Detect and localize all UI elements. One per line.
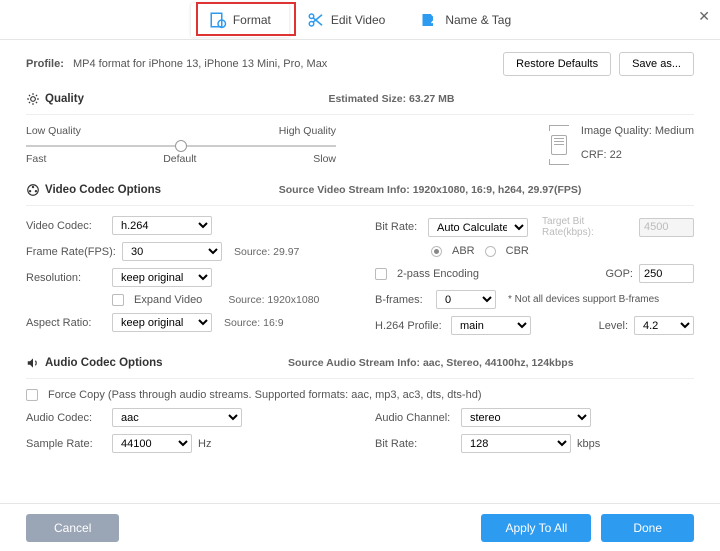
gop-input[interactable] [639, 264, 694, 283]
bitrate-select[interactable]: Auto Calculate [428, 218, 528, 237]
fps-source: Source: 29.97 [234, 246, 299, 258]
sample-rate-label: Sample Rate: [26, 438, 106, 450]
audio-bitrate-select[interactable]: 128 [461, 434, 571, 453]
high-quality-label: High Quality [279, 125, 336, 137]
audio-channel-label: Audio Channel: [375, 412, 455, 424]
resolution-select[interactable]: keep original [112, 268, 212, 287]
level-label: Level: [599, 320, 628, 332]
h264-profile-select[interactable]: main [451, 316, 531, 335]
bitrate-label: Bit Rate: [375, 221, 422, 233]
bracket-icon [549, 125, 569, 131]
bframes-note: * Not all devices support B-frames [508, 294, 659, 305]
bframes-select[interactable]: 0 [436, 290, 496, 309]
target-bitrate-label: Target Bit Rate(kbps): [542, 216, 633, 238]
aspect-source: Source: 16:9 [224, 317, 284, 329]
tab-edit-video[interactable]: Edit Video [289, 3, 404, 37]
video-codec-label: Video Codec: [26, 220, 106, 232]
twopass-label: 2-pass Encoding [397, 268, 479, 280]
audio-bitrate-label: Bit Rate: [375, 438, 455, 450]
sample-rate-unit: Hz [198, 438, 211, 450]
document-icon [551, 135, 567, 155]
twopass-checkbox[interactable] [375, 268, 387, 280]
fps-select[interactable]: 30 [122, 242, 222, 261]
bframes-label: B-frames: [375, 294, 430, 306]
audio-source-info: Source Audio Stream Info: aac, Stereo, 4… [168, 357, 694, 369]
expand-video-label: Expand Video [134, 294, 202, 306]
target-bitrate-input [639, 218, 694, 237]
slider-thumb[interactable] [175, 140, 187, 152]
low-quality-label: Low Quality [26, 125, 81, 137]
cbr-label: CBR [506, 245, 529, 257]
bracket-icon [549, 159, 569, 165]
default-label: Default [163, 153, 196, 165]
close-icon[interactable]: ✕ [698, 8, 710, 25]
profile-value: MP4 format for iPhone 13, iPhone 13 Mini… [73, 58, 327, 70]
quality-slider[interactable] [26, 145, 336, 147]
aspect-label: Aspect Ratio: [26, 317, 106, 329]
profile-label: Profile: [26, 58, 64, 70]
tab-name-tag-label: Name & Tag [445, 13, 511, 27]
image-quality-value: Image Quality: Medium [581, 125, 694, 137]
expand-video-checkbox[interactable] [112, 294, 124, 306]
estimated-size: Estimated Size: 63.27 MB [89, 93, 694, 105]
slow-label: Slow [313, 153, 336, 165]
force-copy-label: Force Copy (Pass through audio streams. … [48, 389, 481, 401]
apply-to-all-button[interactable]: Apply To All [481, 514, 591, 542]
audio-codec-title: Audio Codec Options Source Audio Stream … [26, 356, 694, 370]
audio-bitrate-unit: kbps [577, 438, 600, 450]
format-icon [209, 11, 227, 29]
speaker-icon [26, 356, 40, 370]
crf-value: CRF: 22 [581, 149, 694, 161]
abr-radio[interactable] [431, 246, 442, 257]
sample-rate-select[interactable]: 44100 [112, 434, 192, 453]
gear-icon [26, 92, 40, 106]
scissors-icon [307, 11, 325, 29]
done-button[interactable]: Done [601, 514, 694, 542]
tab-format-label: Format [233, 13, 271, 27]
force-copy-checkbox[interactable] [26, 389, 38, 401]
aspect-select[interactable]: keep original [112, 313, 212, 332]
video-source-info: Source Video Stream Info: 1920x1080, 16:… [166, 184, 694, 196]
quality-title: Quality Estimated Size: 63.27 MB [26, 92, 694, 106]
resolution-source: Source: 1920x1080 [228, 294, 319, 306]
audio-codec-label: Audio Codec: [26, 412, 106, 424]
tab-edit-video-label: Edit Video [331, 13, 386, 27]
abr-label: ABR [452, 245, 475, 257]
level-select[interactable]: 4.2 [634, 316, 694, 335]
film-icon [26, 183, 40, 197]
tabs-bar: Format Edit Video Name & Tag ✕ [0, 0, 720, 40]
video-codec-title: Video Codec Options Source Video Stream … [26, 183, 694, 197]
footer-bar: Cancel Apply To All Done [0, 503, 720, 551]
h264-profile-label: H.264 Profile: [375, 320, 445, 332]
audio-channel-select[interactable]: stereo [461, 408, 591, 427]
audio-codec-select[interactable]: aac [112, 408, 242, 427]
gop-label: GOP: [605, 268, 633, 280]
save-as-button[interactable]: Save as... [619, 52, 694, 76]
fast-label: Fast [26, 153, 46, 165]
tab-format[interactable]: Format [191, 3, 289, 37]
profile-line: Profile: MP4 format for iPhone 13, iPhon… [26, 58, 327, 70]
resolution-label: Resolution: [26, 272, 106, 284]
tab-name-tag[interactable]: Name & Tag [403, 3, 529, 37]
cbr-radio[interactable] [485, 246, 496, 257]
fps-label: Frame Rate(FPS): [26, 246, 116, 258]
video-codec-select[interactable]: h.264 [112, 216, 212, 235]
cancel-button[interactable]: Cancel [26, 514, 119, 542]
pencil-icon [421, 11, 439, 29]
restore-defaults-button[interactable]: Restore Defaults [503, 52, 611, 76]
